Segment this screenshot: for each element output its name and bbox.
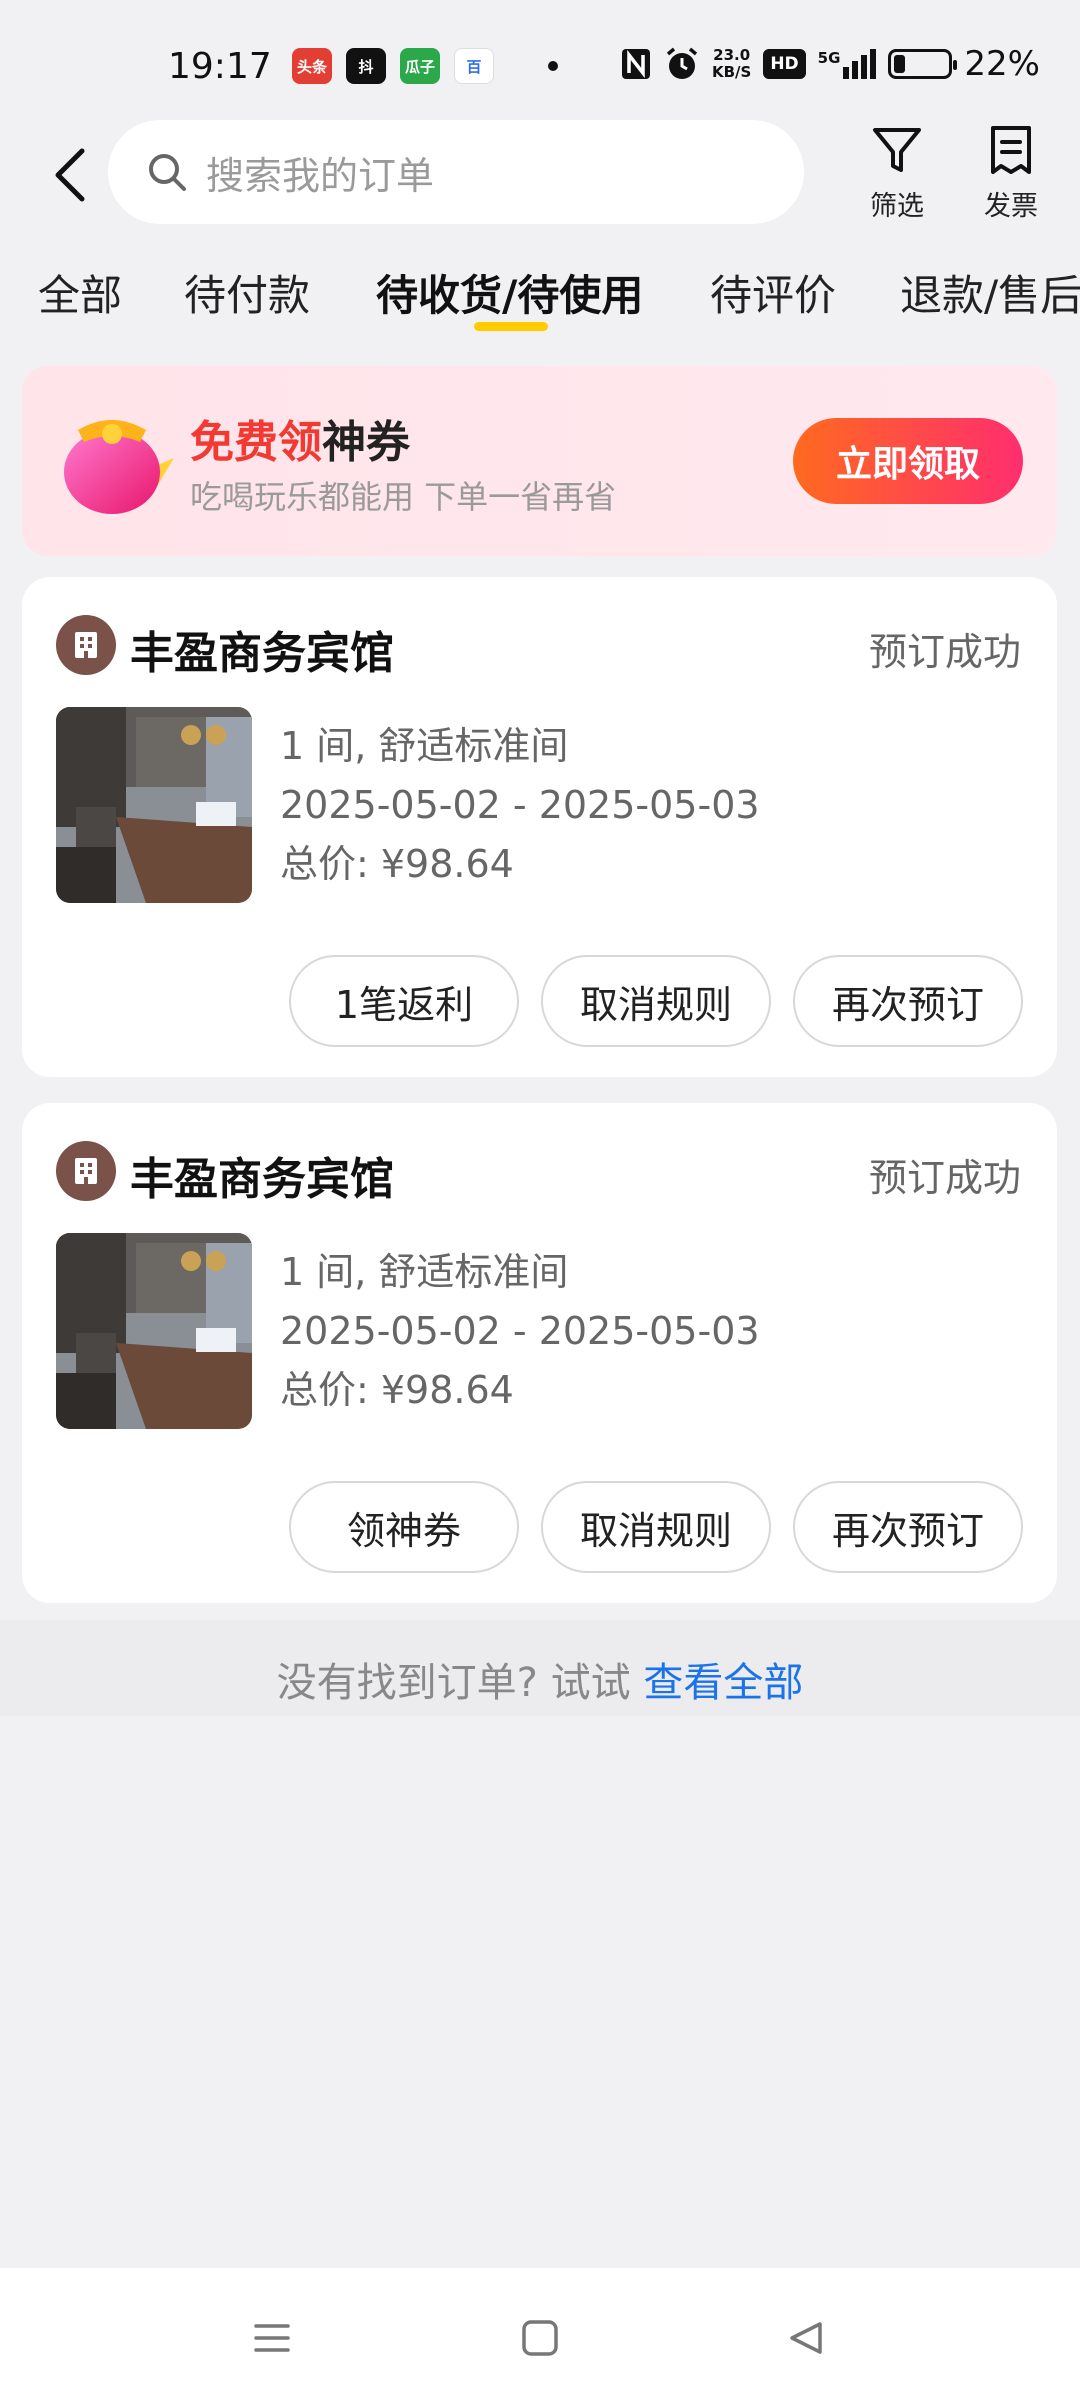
order-details: 1 间, 舒适标准间 2025-05-02 - 2025-05-03 总价: ¥… [280, 1243, 760, 1420]
view-all-link[interactable]: 查看全部 [643, 1660, 803, 1706]
home-button[interactable] [510, 2308, 570, 2368]
tab-pending-receipt[interactable]: 待收货/待使用 [376, 262, 643, 323]
hotel-icon [56, 1141, 116, 1201]
search-icon [149, 154, 186, 191]
hotel-thumbnail[interactable] [56, 707, 252, 903]
back-nav-button[interactable] [776, 2308, 836, 2368]
battery-percent: 22% [964, 44, 1040, 84]
tab-all[interactable]: 全部 [38, 262, 122, 323]
cancel-policy-button[interactable]: 取消规则 [541, 955, 771, 1047]
back-arrow-icon [55, 148, 85, 202]
order-details: 1 间, 舒适标准间 2025-05-02 - 2025-05-03 总价: ¥… [280, 717, 760, 894]
menu-button[interactable] [242, 2308, 302, 2368]
baidu-app-icon: 百 [454, 48, 494, 84]
orders-page: 19:17 头条 抖 瓜子 百 23.0 KB/S HD 5G 22% 搜索我的… [0, 0, 1080, 2400]
invoice-label: 发票 [984, 191, 1038, 222]
banner-subtitle: 吃喝玩乐都能用 下单一省再省 [190, 478, 617, 516]
toutiao-app-icon: 头条 [292, 48, 332, 84]
order-status: 预订成功 [868, 630, 1021, 674]
banner-title: 免费领神券 [190, 417, 410, 468]
more-notifications-dot [548, 61, 558, 71]
stay-dates: 2025-05-02 - 2025-05-03 [280, 1309, 760, 1353]
order-actions: 1笔返利 取消规则 再次预订 [289, 955, 1023, 1047]
home-icon [522, 2320, 558, 2356]
battery-icon [888, 49, 958, 79]
room-info: 1 间, 舒适标准间 [280, 1250, 569, 1294]
total-price: 总价: ¥98.64 [280, 842, 514, 886]
book-again-button[interactable]: 再次预订 [793, 1481, 1023, 1573]
status-bar: 19:17 头条 抖 瓜子 百 23.0 KB/S HD 5G 22% [0, 0, 1080, 120]
cancel-policy-button[interactable]: 取消规则 [541, 1481, 771, 1573]
filter-icon [873, 128, 921, 172]
network-speed: 23.0 KB/S [711, 46, 752, 81]
hd-icon: HD [763, 49, 806, 79]
tab-pending-review[interactable]: 待评价 [710, 262, 836, 323]
hotel-name[interactable]: 丰盈商务宾馆 [130, 617, 394, 681]
tab-refund[interactable]: 退款/售后 [900, 262, 1080, 323]
signal-icon: 5G [818, 49, 877, 79]
alarm-icon [666, 47, 698, 79]
triangle-back-icon [790, 2322, 822, 2354]
header: 搜索我的订单 筛选 发票 [0, 120, 1080, 230]
back-button[interactable] [40, 140, 100, 210]
claim-now-button[interactable]: 立即领取 [793, 418, 1023, 504]
status-time: 19:17 [168, 46, 272, 87]
coupon-banner[interactable]: 免费领神券 吃喝玩乐都能用 下单一省再省 立即领取 [22, 366, 1057, 556]
claim-coupon-button[interactable]: 领神券 [289, 1481, 519, 1573]
guazi-app-icon: 瓜子 [400, 48, 440, 84]
stay-dates: 2025-05-02 - 2025-05-03 [280, 783, 760, 827]
hotel-name[interactable]: 丰盈商务宾馆 [130, 1143, 394, 1207]
footer-hint: 没有找到订单? 试试 查看全部 [276, 1660, 804, 1706]
order-actions: 领神券 取消规则 再次预订 [289, 1481, 1023, 1573]
order-status: 预订成功 [868, 1156, 1021, 1200]
douyin-app-icon: 抖 [346, 48, 386, 84]
tab-pending-payment[interactable]: 待付款 [184, 262, 310, 323]
hotel-icon [56, 615, 116, 675]
system-indicators: 23.0 KB/S HD 5G 22% [620, 44, 1040, 84]
order-card[interactable]: 丰盈商务宾馆 预订成功 1 间, 舒适标准间 2025-05-02 - 2025… [22, 1103, 1057, 1603]
active-tab-indicator [474, 322, 548, 331]
filter-button[interactable]: 筛选 [852, 124, 942, 223]
book-again-button[interactable]: 再次预订 [793, 955, 1023, 1047]
hotel-thumbnail[interactable] [56, 1233, 252, 1429]
order-card[interactable]: 丰盈商务宾馆 预订成功 1 间, 舒适标准间 2025-05-02 - 2025… [22, 577, 1057, 1077]
invoice-button[interactable]: 发票 [966, 124, 1056, 223]
system-nav-bar [0, 2268, 1080, 2400]
search-placeholder: 搜索我的订单 [206, 153, 435, 198]
notification-icons: 头条 抖 瓜子 百 [292, 48, 558, 84]
rebate-button[interactable]: 1笔返利 [289, 955, 519, 1047]
room-info: 1 间, 舒适标准间 [280, 724, 569, 768]
total-price: 总价: ¥98.64 [280, 1368, 514, 1412]
invoice-icon [991, 126, 1031, 174]
nfc-icon [621, 49, 650, 79]
coupon-bag-icon [64, 420, 174, 514]
filter-label: 筛选 [870, 191, 924, 222]
menu-icon [254, 2324, 290, 2352]
search-input[interactable]: 搜索我的订单 [108, 120, 804, 224]
